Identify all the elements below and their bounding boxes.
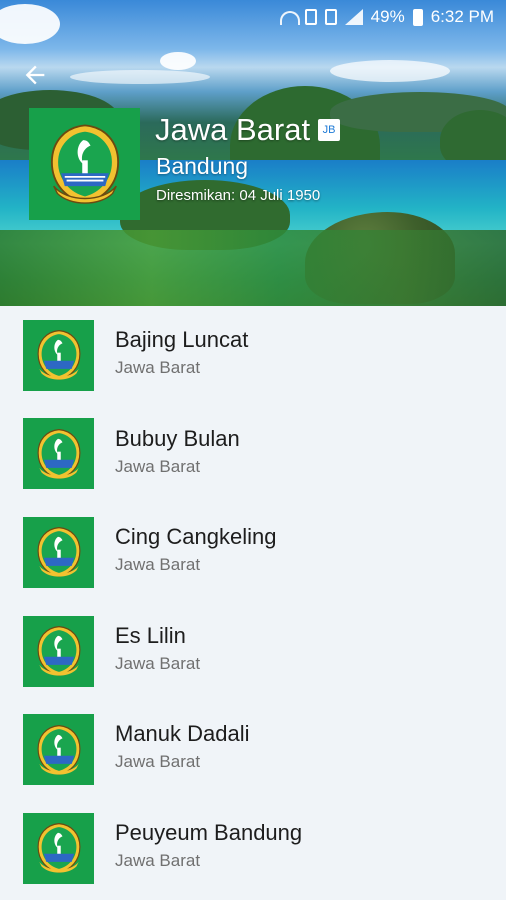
- jawa-barat-emblem-icon: [37, 527, 80, 578]
- wifi-icon: [279, 9, 300, 25]
- province-emblem: [29, 108, 140, 220]
- province-badge: JB: [318, 119, 341, 141]
- item-title: Bajing Luncat: [115, 327, 249, 352]
- status-bar: 49% 6:32 PM: [0, 0, 506, 34]
- battery-percent: 49%: [370, 7, 405, 26]
- province-name-text: Jawa Barat: [155, 112, 311, 147]
- jawa-barat-emblem-icon: [50, 124, 119, 204]
- item-emblem: [23, 516, 94, 588]
- signal-icon: [344, 9, 363, 25]
- list-item[interactable]: Peuyeum Bandung Jawa Barat: [0, 799, 506, 898]
- item-title: Es Lilin: [115, 622, 186, 648]
- jawa-barat-emblem-icon: [37, 330, 80, 381]
- jawa-barat-emblem-icon: [37, 724, 80, 775]
- item-emblem: [23, 812, 94, 884]
- item-emblem: [23, 319, 94, 391]
- list-item[interactable]: Manuk Dadali Jawa Barat: [0, 700, 506, 799]
- item-title: Peuyeum Bandung: [115, 819, 303, 845]
- jawa-barat-emblem-icon: [37, 428, 80, 479]
- item-emblem: [23, 714, 94, 786]
- list-item[interactable]: Bajing Luncat Jawa Barat: [0, 306, 506, 405]
- song-list: Bajing Luncat Jawa Barat Bubuy Bulan Jaw…: [0, 306, 506, 898]
- item-title: Manuk Dadali: [115, 721, 250, 747]
- province-name: Jawa Barat JB: [155, 112, 341, 148]
- nfc-icon: [304, 9, 317, 25]
- item-subtitle: Jawa Barat: [115, 456, 201, 476]
- back-button[interactable]: [18, 58, 52, 92]
- jawa-barat-emblem-icon: [37, 626, 80, 677]
- list-item[interactable]: Bubuy Bulan Jawa Barat: [0, 405, 506, 504]
- item-subtitle: Jawa Barat: [115, 358, 201, 377]
- item-emblem: [23, 418, 94, 490]
- established-date: Diresmikan: 04 Juli 1950: [156, 187, 321, 204]
- clock: 6:32 PM: [430, 7, 494, 26]
- item-emblem: [23, 615, 94, 687]
- vibrate-icon: [324, 9, 337, 25]
- item-title: Cing Cangkeling: [115, 524, 277, 550]
- item-subtitle: Jawa Barat: [115, 653, 201, 673]
- list-item[interactable]: Es Lilin Jawa Barat: [0, 602, 506, 701]
- battery-icon: [412, 8, 423, 26]
- capital-city: Bandung: [156, 153, 249, 179]
- jawa-barat-emblem-icon: [37, 823, 80, 874]
- item-title: Bubuy Bulan: [115, 425, 240, 451]
- item-subtitle: Jawa Barat: [115, 850, 201, 870]
- list-item[interactable]: Cing Cangkeling Jawa Barat: [0, 503, 506, 602]
- item-subtitle: Jawa Barat: [115, 555, 201, 575]
- item-subtitle: Jawa Barat: [115, 752, 201, 772]
- arrow-left-icon: [25, 65, 45, 85]
